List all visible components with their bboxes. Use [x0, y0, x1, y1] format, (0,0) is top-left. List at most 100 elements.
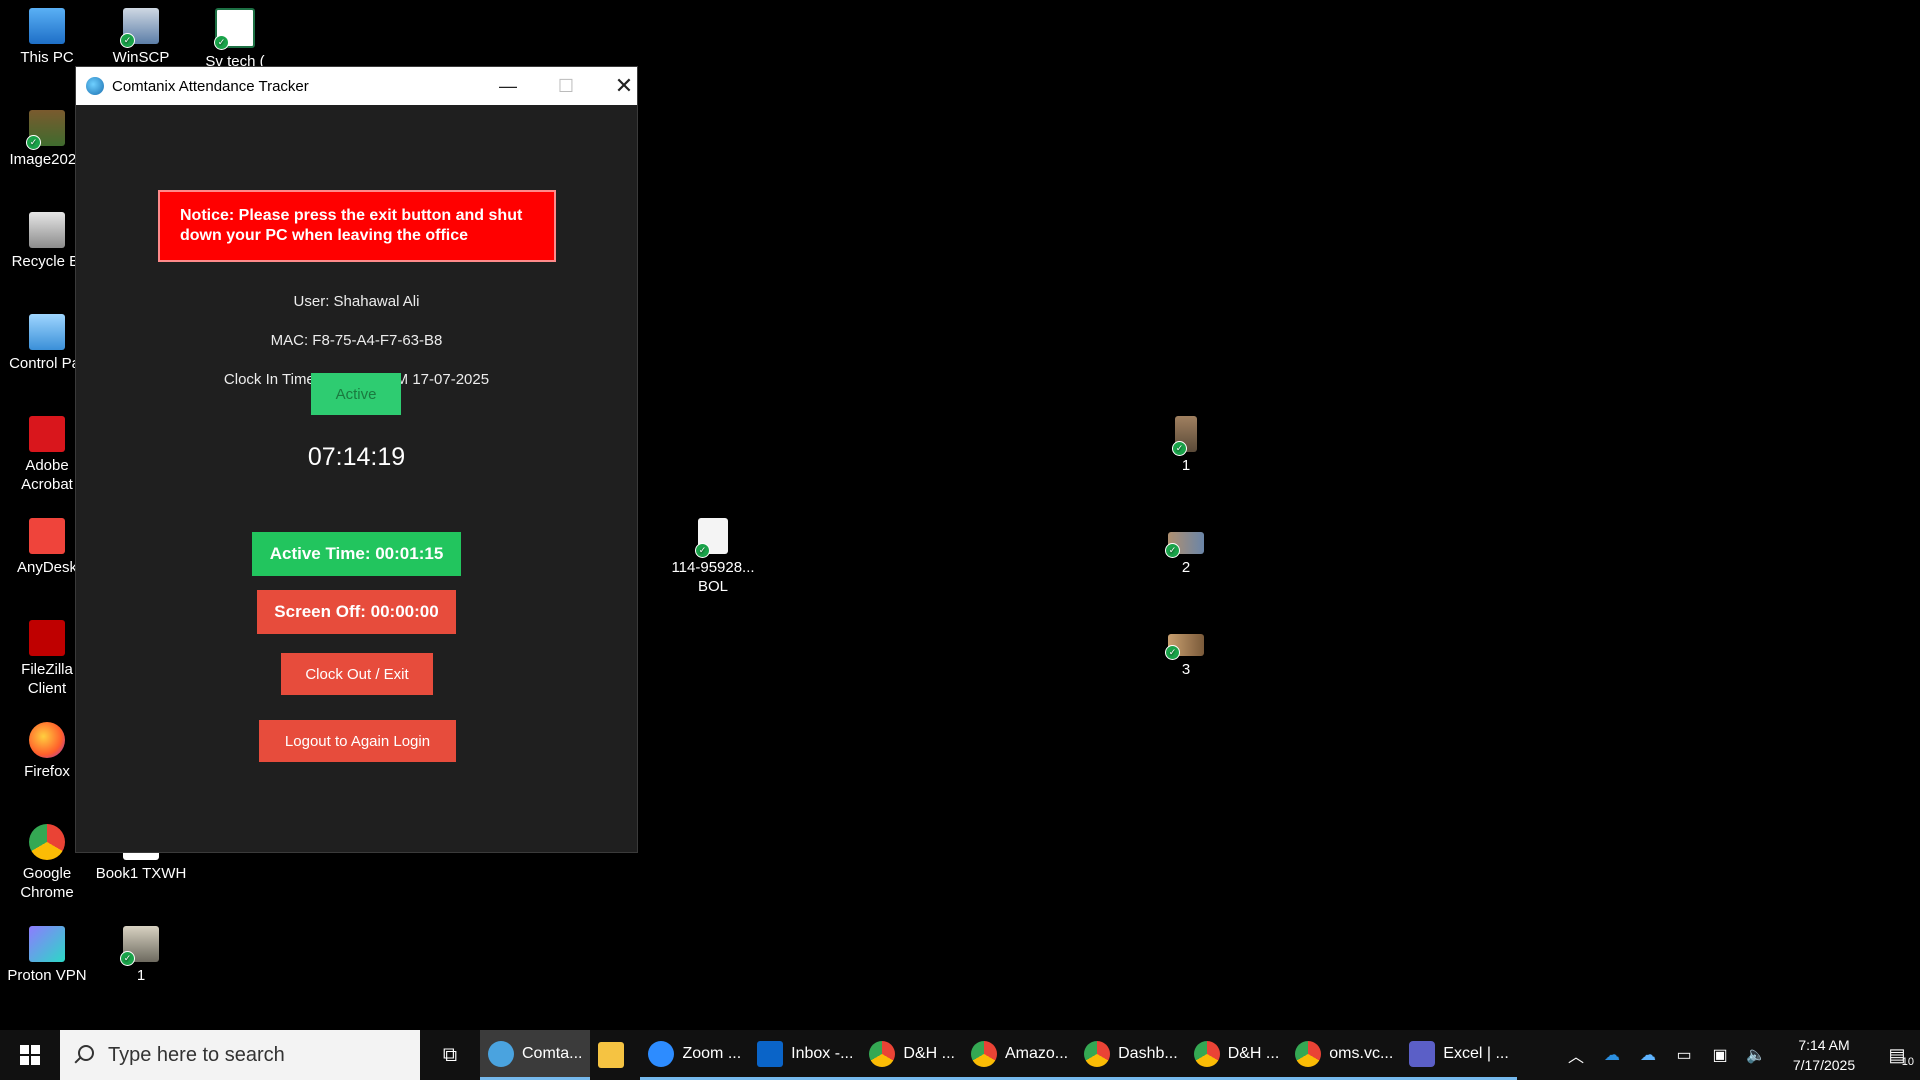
firefox-icon	[29, 722, 65, 758]
protonvpn-icon	[29, 926, 65, 962]
sync-check-icon: ✓	[214, 35, 229, 50]
anydesk-icon	[29, 518, 65, 554]
taskbar-app-label: Excel | ...	[1443, 1044, 1509, 1062]
desktop-icon-this-pc[interactable]: This PC	[0, 8, 94, 67]
acrobat-icon	[29, 416, 65, 452]
desktop-icon-label: WinSCP	[112, 49, 170, 66]
notification-center-icon[interactable]: ▤ 10	[1874, 1045, 1920, 1068]
desktop-icon-winscp[interactable]: ✓ WinSCP	[94, 8, 188, 67]
start-button[interactable]	[0, 1030, 60, 1080]
desktop-icon-proton-vpn[interactable]: Proton VPN	[0, 926, 94, 985]
desktop-icon-image-3[interactable]: ✓ 3	[1139, 634, 1233, 679]
taskbar-clock[interactable]: 7:14 AM 7/17/2025	[1774, 1035, 1874, 1075]
desktop-icon-image-1[interactable]: ✓ 1	[1139, 416, 1233, 475]
document-file-icon: ✓	[695, 518, 728, 558]
logout-button[interactable]: Logout to Again Login	[259, 720, 456, 762]
taskbar-app-teams-excel[interactable]: Excel | ...	[1401, 1030, 1517, 1080]
file-explorer-icon	[598, 1042, 625, 1068]
desktop-icon-bol-document[interactable]: ✓ 114-95928... BOL	[666, 518, 760, 596]
sync-check-icon: ✓	[26, 135, 41, 150]
chrome-icon	[1295, 1040, 1322, 1067]
taskbar-app-label: Comta...	[522, 1044, 583, 1062]
taskbar-app-comtanix[interactable]: Comta...	[480, 1030, 591, 1080]
taskbar-app-chrome-dh-2[interactable]: D&H ...	[1185, 1030, 1288, 1080]
volume-icon[interactable]: 🔈	[1738, 1045, 1774, 1065]
clock-out-button[interactable]: Clock Out / Exit	[281, 653, 433, 695]
sync-check-icon: ✓	[1165, 543, 1180, 558]
taskbar: Type here to search ⧉ Comta... Zoom ... …	[0, 1030, 1920, 1080]
taskbar-app-chrome-oms[interactable]: oms.vc...	[1287, 1030, 1402, 1080]
maximize-icon[interactable]: ☐	[537, 67, 595, 105]
onedrive-icon[interactable]: ☁	[1594, 1045, 1630, 1065]
control-panel-icon	[29, 314, 65, 350]
sync-check-icon: ✓	[1165, 645, 1180, 660]
window-title: Comtanix Attendance Tracker	[112, 77, 309, 95]
close-icon[interactable]: ✕	[595, 67, 653, 105]
image-file-icon: ✓	[120, 926, 159, 966]
desktop-icon-label: 1	[1181, 457, 1191, 474]
taskbar-app-chrome-amazon[interactable]: Amazo...	[962, 1030, 1077, 1080]
desktop-icon-sv-tech[interactable]: ✓ Sv tech (	[188, 8, 282, 71]
desktop-icon-label: 2	[1181, 559, 1191, 576]
image-file-icon: ✓	[1172, 416, 1197, 456]
task-view-icon[interactable]: ⧉	[420, 1044, 480, 1067]
taskbar-date: 7/17/2025	[1792, 1057, 1856, 1073]
status-badge[interactable]: Active	[311, 373, 401, 415]
computer-icon	[29, 8, 65, 44]
window-titlebar[interactable]: Comtanix Attendance Tracker — ☐ ✕	[76, 67, 637, 105]
chevron-up-icon[interactable]: ︿	[1558, 1043, 1594, 1067]
app-logo-icon	[86, 77, 104, 95]
window-content: Notice: Please press the exit button and…	[76, 105, 637, 852]
search-icon	[74, 1045, 94, 1065]
taskbar-app-chrome-dashboard[interactable]: Dashb...	[1076, 1030, 1186, 1080]
minimize-icon[interactable]: —	[479, 67, 537, 105]
active-time-display: Active Time: 00:01:15	[252, 532, 461, 576]
chrome-icon	[29, 824, 65, 860]
search-placeholder: Type here to search	[108, 1043, 285, 1066]
image-file-icon: ✓	[26, 110, 65, 150]
teams-icon	[1409, 1040, 1436, 1067]
taskbar-app-label: D&H ...	[903, 1044, 955, 1062]
desktop-icon-label: Book1 TXWH	[95, 865, 187, 882]
taskbar-time: 7:14 AM	[1798, 1037, 1850, 1053]
taskbar-app-outlook[interactable]: Inbox -...	[749, 1030, 862, 1080]
network-icon[interactable]: ▣	[1702, 1045, 1738, 1065]
taskbar-app-file-explorer[interactable]	[590, 1030, 640, 1080]
chrome-icon	[1193, 1040, 1220, 1067]
taskbar-search-box[interactable]: Type here to search	[60, 1030, 420, 1080]
taskbar-app-zoom[interactable]: Zoom ...	[640, 1030, 750, 1080]
sync-check-icon: ✓	[695, 543, 710, 558]
taskbar-app-label: Zoom ...	[682, 1044, 742, 1062]
desktop-icon-label: Google Chrome	[20, 865, 74, 901]
desktop-icon-label: 3	[1181, 661, 1191, 678]
taskbar-app-label: Amazo...	[1004, 1044, 1069, 1062]
taskbar-app-label: oms.vc...	[1329, 1044, 1394, 1062]
filezilla-icon	[29, 620, 65, 656]
windows-logo-icon	[20, 1045, 40, 1065]
zoom-icon	[648, 1040, 675, 1067]
winscp-icon: ✓	[120, 8, 159, 48]
battery-icon[interactable]: ▭	[1666, 1045, 1702, 1065]
outlook-icon	[757, 1040, 784, 1067]
sync-check-icon: ✓	[120, 33, 135, 48]
desktop-icon-file-1[interactable]: ✓ 1	[94, 926, 188, 985]
notice-banner: Notice: Please press the exit button and…	[158, 190, 556, 262]
attendance-tracker-window: Comtanix Attendance Tracker — ☐ ✕ Notice…	[75, 66, 638, 853]
taskbar-app-label: Dashb...	[1118, 1044, 1178, 1062]
desktop-icon-label: 1	[136, 967, 146, 984]
chrome-icon	[1084, 1040, 1111, 1067]
recycle-bin-icon	[29, 212, 65, 248]
system-tray: ︿ ☁ ☁ ▭ ▣ 🔈 7:14 AM 7/17/2025 ▤ 10	[1558, 1030, 1920, 1080]
onedrive-business-icon[interactable]: ☁	[1630, 1045, 1666, 1065]
image-file-icon: ✓	[1165, 634, 1204, 660]
desktop-icon-label: Proton VPN	[7, 967, 87, 984]
taskbar-app-label: D&H ...	[1227, 1044, 1280, 1062]
desktop-icon-image-2[interactable]: ✓ 2	[1139, 532, 1233, 577]
taskbar-app-chrome-dh[interactable]: D&H ...	[861, 1030, 963, 1080]
comtanix-icon	[488, 1040, 514, 1067]
chrome-icon	[869, 1040, 896, 1067]
taskbar-app-label: Inbox -...	[791, 1044, 854, 1062]
sync-check-icon: ✓	[1172, 441, 1187, 456]
desktop-icon-label: 114-95928... BOL	[671, 559, 755, 595]
user-label: User: Shahawal Ali	[293, 293, 420, 310]
